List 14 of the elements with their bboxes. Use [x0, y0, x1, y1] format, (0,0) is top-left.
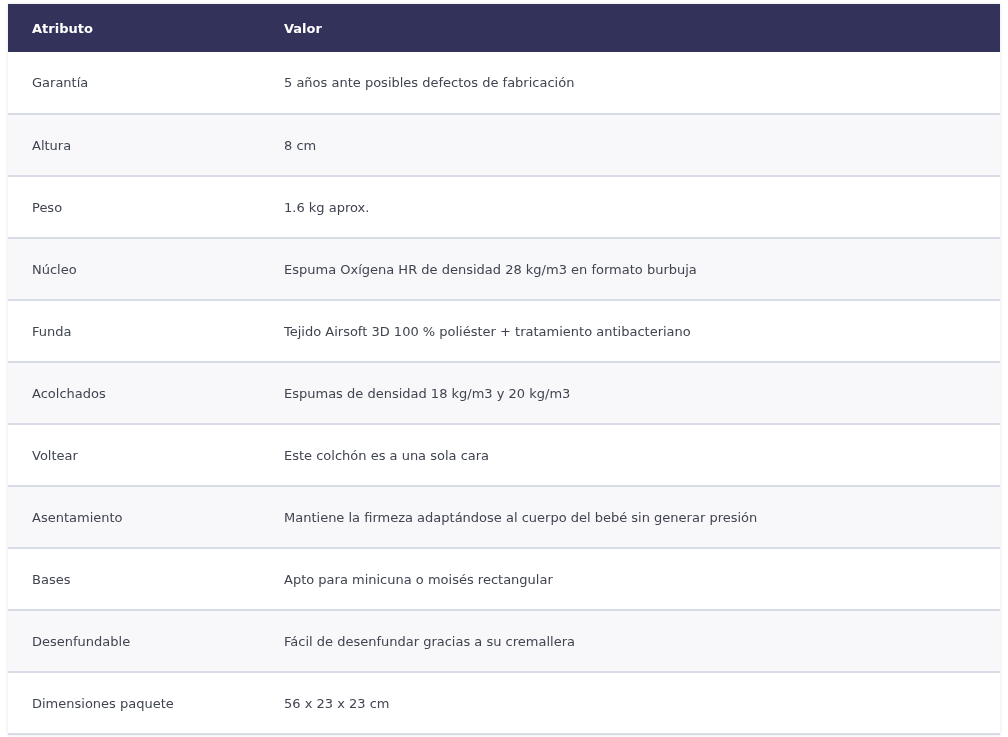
- table-cell: Fácil de desenfundar gracias a su cremallera: [260, 610, 1000, 672]
- table-cell: Desenfundable: [8, 610, 260, 672]
- table-cell: Mantiene la firmeza adaptándose al cuerpo del bebé sin generar presión: [260, 486, 1000, 548]
- table-cell: Dimensiones paquete: [8, 672, 260, 734]
- column-header: Atributo: [8, 4, 260, 52]
- table-cell: 8 cm: [260, 114, 1000, 176]
- table-cell: Asentamiento: [8, 486, 260, 548]
- table-cell: 56 x 23 x 23 cm: [260, 672, 1000, 734]
- table-cell: Núcleo: [8, 238, 260, 300]
- column-header: Valor: [260, 4, 1000, 52]
- table-cell: Altura: [8, 114, 260, 176]
- table-cell: Espumas de densidad 18 kg/m3 y 20 kg/m3: [260, 362, 1000, 424]
- table-cell: Espuma Oxígena HR de densidad 28 kg/m3 en formato burbuja: [260, 238, 1000, 300]
- table-cell: Acolchados: [8, 362, 260, 424]
